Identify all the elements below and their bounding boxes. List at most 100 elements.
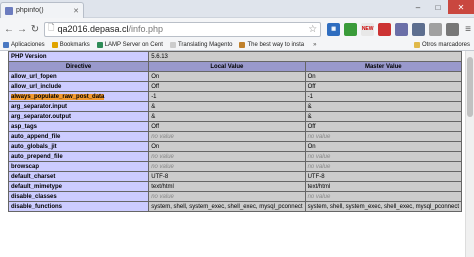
directive-name: default_charset: [7, 171, 150, 182]
evernote-icon[interactable]: [344, 22, 358, 36]
local-value: On: [148, 71, 306, 82]
master-value: no value: [304, 161, 463, 172]
php-version-value: 5.6.13: [148, 51, 462, 62]
shield-icon[interactable]: [395, 22, 409, 36]
reload-button[interactable]: ↻: [29, 22, 41, 36]
table-row: allow_url_fopen On On: [7, 71, 463, 82]
directive-name-text: arg_separator.input: [11, 103, 68, 110]
minimize-button[interactable]: –: [408, 0, 428, 14]
bookmark-label: Bookmarks: [59, 42, 90, 48]
browser-tab[interactable]: phpinfo() ✕: [0, 2, 84, 18]
rss-icon[interactable]: NEW: [361, 22, 375, 36]
trello-icon[interactable]: ▦: [327, 22, 341, 36]
directive-name: disable_classes: [7, 191, 150, 202]
master-value: text/html: [304, 181, 463, 192]
phpinfo-table: PHP Version 5.6.13 Directive Local Value…: [7, 51, 463, 212]
vertical-scrollbar[interactable]: [465, 51, 474, 257]
table-row: default_charset UTF-8 UTF-8: [7, 171, 463, 182]
directive-name: arg_separator.input: [7, 101, 150, 112]
bookmark-item[interactable]: Bookmarks: [51, 42, 90, 48]
directive-name: always_populate_raw_post_data: [7, 91, 150, 102]
table-row: asp_tags Off Off: [7, 121, 463, 132]
bookmark-label: Aplicaciones: [11, 42, 45, 48]
local-value: no value: [148, 161, 306, 172]
php-version-label: PHP Version: [7, 51, 150, 62]
directive-name: browscap: [7, 161, 150, 172]
master-value: &: [304, 101, 463, 112]
bookmark-item[interactable]: Translating Magento: [169, 42, 232, 48]
directive-name-text: auto_globals_jit: [11, 143, 57, 150]
local-value: &: [148, 111, 306, 122]
table-row: default_mimetype text/html text/html: [7, 181, 463, 192]
menu-icon[interactable]: ≡: [465, 24, 471, 35]
directive-name-text: default_charset: [11, 173, 56, 180]
master-value: no value: [304, 131, 463, 142]
table-row: auto_globals_jit On On: [7, 141, 463, 152]
header-local-value: Local Value: [148, 61, 306, 72]
bookmark-star-icon[interactable]: ☆: [308, 24, 317, 35]
directive-name-text: asp_tags: [11, 123, 38, 130]
table-row: disable_classes no value no value: [7, 191, 463, 202]
scrollbar-thumb[interactable]: [467, 57, 473, 117]
local-value: &: [148, 101, 306, 112]
window-controls: – □ ✕: [408, 0, 474, 14]
directive-name: auto_globals_jit: [7, 141, 150, 152]
table-row: auto_append_file no value no value: [7, 131, 463, 142]
directive-name-text: browscap: [11, 163, 40, 170]
url-text[interactable]: qa2016.depasa.cl/info.php: [57, 24, 308, 34]
directive-name-text: default_mimetype: [11, 183, 63, 190]
forward-button[interactable]: →: [16, 22, 28, 36]
master-value: UTF-8: [304, 171, 463, 182]
bookmarks-bar: Aplicaciones Bookmarks LAMP Server on Cent…: [0, 40, 474, 51]
directive-name-text: allow_url_fopen: [11, 73, 57, 80]
bookmark-item[interactable]: The best way to insta: [239, 42, 304, 48]
cube-icon[interactable]: [412, 22, 426, 36]
page-content: PHP Version 5.6.13 Directive Local Value…: [0, 51, 474, 257]
local-value: no value: [148, 151, 306, 162]
close-window-button[interactable]: ✕: [448, 0, 474, 14]
tab-close-icon[interactable]: ✕: [73, 7, 79, 15]
url-path: /info.php: [128, 24, 164, 34]
local-value: -1: [148, 91, 306, 102]
page-info-icon[interactable]: 🗋: [48, 22, 54, 36]
master-value: &: [304, 111, 463, 122]
directive-name-text: arg_separator.output: [11, 113, 72, 120]
directive-name: arg_separator.output: [7, 111, 150, 122]
master-value: On: [304, 141, 463, 152]
bookmark-item[interactable]: LAMP Server on Cent: [96, 42, 163, 48]
master-value: Off: [304, 81, 463, 92]
table-row: auto_prepend_file no value no value: [7, 151, 463, 162]
table-row: disable_functions system, shell, system_e…: [7, 201, 463, 212]
puzzle-icon[interactable]: [429, 22, 443, 36]
directive-name-text: auto_prepend_file: [11, 153, 63, 160]
master-value: no value: [304, 191, 463, 202]
address-bar[interactable]: 🗋 qa2016.depasa.cl/info.php ☆: [44, 21, 322, 37]
tab-title: phpinfo(): [16, 7, 44, 14]
back-button[interactable]: ←: [3, 22, 15, 36]
local-value: no value: [148, 191, 306, 202]
php-version-row: PHP Version 5.6.13: [7, 51, 462, 62]
bookmark-item[interactable]: Aplicaciones: [3, 42, 45, 48]
directive-name: allow_url_fopen: [7, 71, 150, 82]
folder-icon: [413, 42, 420, 48]
local-value: Off: [148, 81, 306, 92]
feedly-icon[interactable]: [378, 22, 392, 36]
bookmark-icon: [239, 42, 246, 48]
directive-name-text: disable_functions: [11, 203, 63, 210]
ghost-icon[interactable]: [446, 22, 460, 36]
maximize-button[interactable]: □: [428, 0, 448, 14]
page-icon: [169, 42, 176, 48]
page-favicon-icon: [5, 6, 13, 15]
directive-name-text: disable_classes: [11, 193, 57, 200]
url-host: qa2016.depasa.cl: [57, 24, 129, 34]
extensions-area: ▦ NEW: [327, 22, 463, 36]
bookmark-label: LAMP Server on Cent: [104, 42, 163, 48]
table-row: browscap no value no value: [7, 161, 463, 172]
title-bar: phpinfo() ✕ – □ ✕: [0, 0, 474, 18]
local-value: UTF-8: [148, 171, 306, 182]
star-icon: [51, 42, 58, 48]
other-bookmarks-label: Otros marcadores: [421, 42, 470, 48]
bookmarks-overflow-button[interactable]: »: [313, 42, 316, 48]
other-bookmarks-button[interactable]: Otros marcadores: [413, 42, 470, 48]
master-value: no value: [304, 151, 463, 162]
